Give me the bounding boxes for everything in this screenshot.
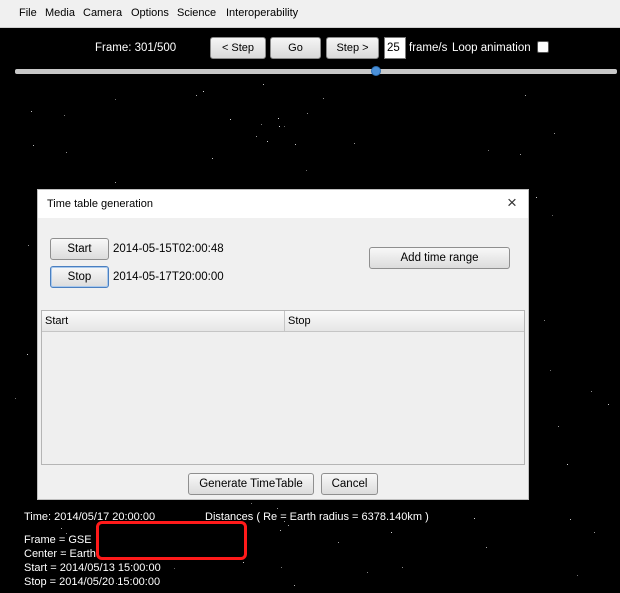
time-table[interactable]: Start Stop [41,310,525,465]
star [550,370,551,371]
center-text: Center = Earth [24,548,96,560]
star [115,182,116,183]
star [251,503,252,504]
star [525,95,526,96]
time-table-dialog: Time table generation × Start 2014-05-15… [38,190,528,499]
stop-text: Stop = 2014/05/20 15:00:00 [24,576,161,588]
loop-animation-label: Loop animation [452,42,531,54]
star [552,215,553,216]
star [61,528,62,529]
star [243,562,244,563]
dialog-titlebar: Time table generation × [38,190,528,218]
star [256,136,257,137]
stop-button[interactable]: Stop [50,266,109,288]
star [15,398,16,399]
star [295,144,296,145]
frame-slider-thumb[interactable] [371,66,382,76]
star [354,143,355,144]
menu-options[interactable]: Options [131,7,169,19]
frame-counter: Frame: 301/500 [95,42,177,54]
star [558,426,559,427]
star [281,567,282,568]
column-header-start[interactable]: Start [42,311,285,331]
star [174,568,175,569]
start-time-value: 2014-05-15T02:00:48 [113,243,224,255]
star [307,113,308,114]
start-button[interactable]: Start [50,238,109,260]
star [31,111,32,112]
menu-file[interactable]: File [19,7,37,19]
star [474,518,475,519]
star [577,575,578,576]
cancel-button[interactable]: Cancel [321,473,378,495]
star [338,542,339,543]
star [64,115,65,116]
star [267,141,268,142]
go-button[interactable]: Go [270,37,321,59]
star [567,464,568,465]
star [306,170,307,171]
star [608,404,609,405]
generate-timetable-button[interactable]: Generate TimeTable [188,473,314,495]
fps-unit-label: frame/s [409,42,448,54]
star [278,118,279,119]
highlight-annotation [96,521,247,560]
fps-input[interactable]: 25 [384,37,406,59]
step-forward-button[interactable]: Step > [326,37,379,59]
star [486,547,487,548]
star [230,119,231,120]
menu-bar: File Media Camera Options Science Intero… [0,0,620,28]
star [261,124,262,125]
star [391,532,392,533]
menu-camera[interactable]: Camera [83,7,122,19]
frame-text: Frame = GSE [24,534,92,546]
star [27,354,28,355]
menu-media[interactable]: Media [45,7,75,19]
star [367,572,368,573]
star [544,320,545,321]
table-header: Start Stop [42,311,524,332]
star [570,519,571,520]
star [536,197,537,198]
step-back-button[interactable]: < Step [210,37,266,59]
star [594,532,595,533]
star [66,152,67,153]
add-time-range-button[interactable]: Add time range [369,247,510,269]
dialog-title: Time table generation [47,198,153,210]
star [591,391,592,392]
star [212,158,213,159]
star [203,91,204,92]
star [488,150,489,151]
column-header-stop[interactable]: Stop [285,311,524,331]
table-body [42,332,524,464]
loop-animation-checkbox[interactable] [537,41,549,53]
star [520,154,521,155]
star [280,530,281,531]
star [115,99,116,100]
star [33,145,34,146]
frame-slider-track[interactable] [15,69,617,74]
star [554,133,555,134]
star [196,95,197,96]
menu-science[interactable]: Science [177,7,216,19]
star [284,126,285,127]
star [288,525,289,526]
star [279,126,280,127]
star [294,585,295,586]
star [277,508,278,509]
stop-time-value: 2014-05-17T20:00:00 [113,271,224,283]
star [323,98,324,99]
star [28,245,29,246]
star [402,567,403,568]
menu-interoperability[interactable]: Interoperability [226,7,298,19]
start-text: Start = 2014/05/13 15:00:00 [24,562,161,574]
close-icon[interactable]: × [502,192,522,214]
star [263,84,264,85]
